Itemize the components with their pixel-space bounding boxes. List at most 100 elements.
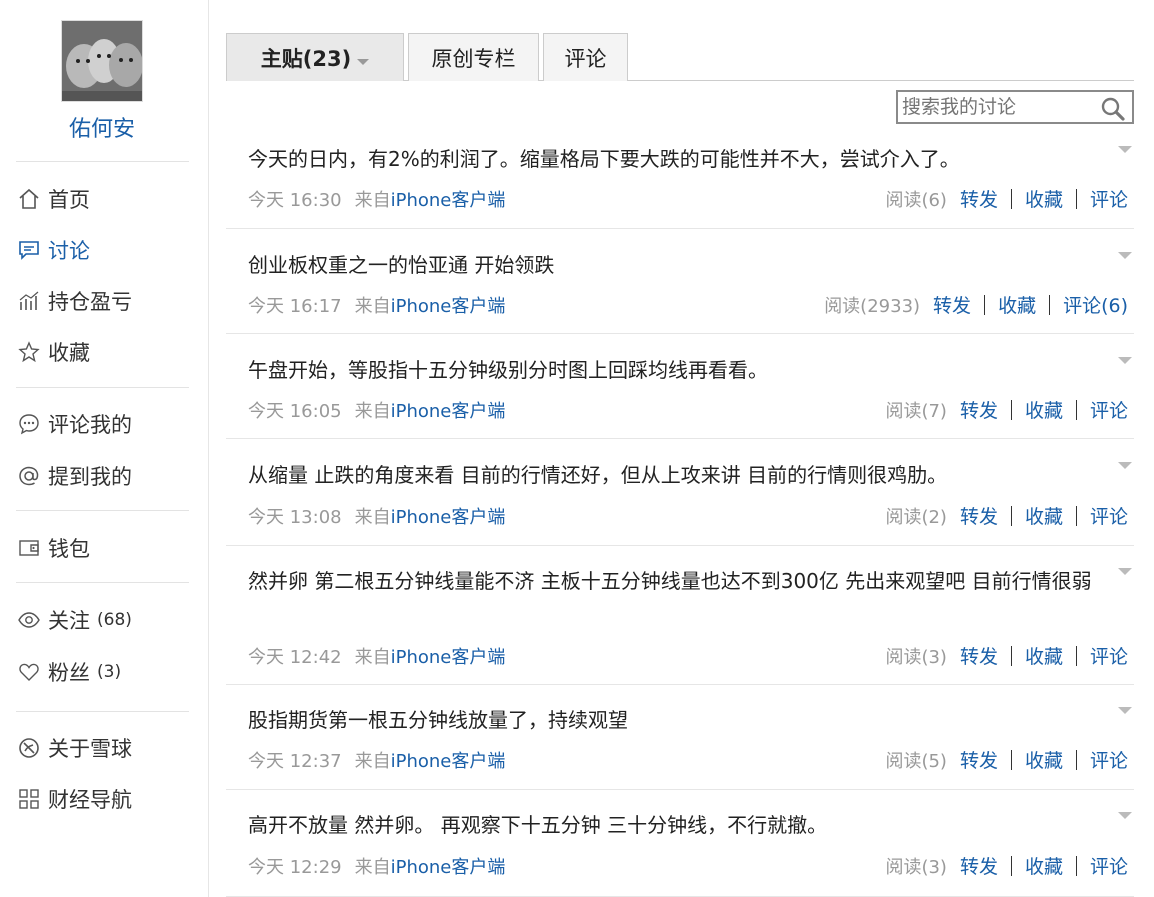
post-time[interactable]: 今天 12:29 (248, 857, 342, 878)
username[interactable]: 佑何安 (0, 111, 204, 143)
comment-button[interactable]: 评论 (1090, 746, 1128, 773)
read-count: 阅读(2) (885, 506, 947, 528)
favorite-button[interactable]: 收藏 (1025, 185, 1063, 212)
favorite-button[interactable]: 收藏 (1025, 746, 1063, 773)
nav-discussion[interactable]: 讨论 (16, 233, 90, 267)
separator (1010, 645, 1012, 666)
post-source[interactable]: iPhone客户端 (391, 751, 506, 772)
post-text[interactable]: 午盘开始，等股指十五分钟级别分时图上回踩均线再看看。 (248, 354, 1108, 386)
post-source[interactable]: iPhone客户端 (391, 401, 506, 422)
nav-finance-nav[interactable]: 财经导航 (16, 782, 132, 816)
comment-button[interactable]: 评论 (1090, 185, 1128, 212)
avatar[interactable] (61, 20, 143, 102)
post-meta: 今天 13:08 来自iPhone客户端 (248, 503, 505, 529)
post-meta: 今天 16:17 来自iPhone客户端 (248, 292, 505, 318)
post-text[interactable]: 从缩量 止跌的角度来看 目前的行情还好，但从上攻来讲 目前的行情则很鸡肋。 (248, 459, 1108, 491)
tab-comments[interactable]: 评论 (543, 33, 628, 81)
nav-label: 提到我的 (48, 465, 132, 489)
nav-home[interactable]: 首页 (16, 182, 90, 216)
post-time[interactable]: 今天 13:08 (248, 507, 342, 528)
forward-button[interactable]: 转发 (960, 642, 998, 669)
tab-bar: 主贴(23) 原创专栏 评论 (226, 33, 1134, 81)
nav-comments-to-me[interactable]: 评论我的 (16, 407, 132, 441)
post-source[interactable]: iPhone客户端 (391, 507, 506, 528)
separator (1075, 645, 1077, 666)
favorite-button[interactable]: 收藏 (998, 291, 1036, 318)
nav-wallet[interactable]: 钱包 (16, 531, 90, 565)
nav-label: 粉丝 (48, 661, 90, 685)
post-menu-chevron-icon[interactable] (1118, 146, 1132, 153)
post-source[interactable]: iPhone客户端 (391, 857, 506, 878)
post-menu-chevron-icon[interactable] (1118, 707, 1132, 714)
favorite-button[interactable]: 收藏 (1025, 852, 1063, 879)
read-count: 阅读(3) (885, 856, 947, 878)
comment-button[interactable]: 评论 (1090, 852, 1128, 879)
read-count: 阅读(2933) (824, 295, 921, 317)
separator (1010, 855, 1012, 876)
comment-button[interactable]: 评论 (1090, 396, 1128, 423)
comment-button[interactable]: 评论(6) (1063, 291, 1128, 318)
separator (1010, 505, 1012, 526)
nav-label: 钱包 (48, 537, 90, 561)
post-source[interactable]: iPhone客户端 (391, 190, 506, 211)
search-icon[interactable] (1100, 96, 1126, 122)
read-count: 阅读(3) (885, 646, 947, 668)
followers-count: (3) (97, 662, 122, 682)
divider (16, 510, 189, 511)
favorite-button[interactable]: 收藏 (1025, 502, 1063, 529)
favorite-button[interactable]: 收藏 (1025, 396, 1063, 423)
tab-main-posts[interactable]: 主贴(23) (226, 33, 404, 81)
post-menu-chevron-icon[interactable] (1118, 357, 1132, 364)
holdings-chart-icon (16, 288, 42, 314)
forward-button[interactable]: 转发 (933, 291, 971, 318)
post-from: 来自 (354, 296, 391, 317)
forward-button[interactable]: 转发 (960, 502, 998, 529)
post-menu-chevron-icon[interactable] (1118, 812, 1132, 819)
nav-holdings[interactable]: 持仓盈亏 (16, 284, 132, 318)
forward-button[interactable]: 转发 (960, 746, 998, 773)
post-from: 来自 (354, 190, 391, 211)
forward-button[interactable]: 转发 (960, 185, 998, 212)
tab-original-column[interactable]: 原创专栏 (408, 33, 539, 81)
search-input[interactable] (898, 92, 1094, 122)
nav-following[interactable]: 关注 (68) (16, 603, 132, 637)
post-text[interactable]: 高开不放量 然并卵。 再观察下十五分钟 三十分钟线，不行就撤。 (248, 809, 1108, 841)
read-count: 阅读(7) (885, 400, 947, 422)
post-menu-chevron-icon[interactable] (1118, 462, 1132, 469)
post-source[interactable]: iPhone客户端 (391, 647, 506, 668)
divider (16, 582, 189, 583)
separator (984, 294, 986, 315)
post-menu-chevron-icon[interactable] (1118, 252, 1132, 259)
nav-label: 持仓盈亏 (48, 290, 132, 314)
post-time[interactable]: 今天 16:30 (248, 190, 342, 211)
post-text[interactable]: 然并卵 第二根五分钟线量能不济 主板十五分钟线量也达不到300亿 先出来观望吧 … (248, 565, 1108, 597)
post-from: 来自 (354, 751, 391, 772)
post-text[interactable]: 股指期货第一根五分钟线放量了，持续观望 (248, 704, 1108, 736)
nav-followers[interactable]: 粉丝 (3) (16, 655, 121, 689)
tab-label: 评论 (564, 46, 607, 71)
separator (1049, 294, 1051, 315)
grid-icon (16, 786, 42, 812)
post-text[interactable]: 创业板权重之一的怡亚通 开始领跌 (248, 249, 1108, 281)
read-count: 阅读(6) (885, 189, 947, 211)
comment-bubble-icon (16, 411, 42, 437)
comment-button[interactable]: 评论 (1090, 642, 1128, 669)
forward-button[interactable]: 转发 (960, 852, 998, 879)
post-text[interactable]: 今天的日内，有2%的利润了。缩量格局下要大跌的可能性并不大，尝试介入了。 (248, 143, 1108, 175)
post-source[interactable]: iPhone客户端 (391, 296, 506, 317)
nav-mentions[interactable]: 提到我的 (16, 459, 132, 493)
snowball-logo-icon (16, 735, 42, 761)
post-time[interactable]: 今天 12:42 (248, 647, 342, 668)
wallet-icon (16, 535, 42, 561)
post-from: 来自 (354, 507, 391, 528)
post-time[interactable]: 今天 16:17 (248, 296, 342, 317)
favorite-button[interactable]: 收藏 (1025, 642, 1063, 669)
post-actions: 阅读(6) 转发 收藏 评论 (885, 185, 1128, 212)
comment-button[interactable]: 评论 (1090, 502, 1128, 529)
nav-favorites[interactable]: 收藏 (16, 335, 90, 369)
post-menu-chevron-icon[interactable] (1118, 568, 1132, 575)
nav-about[interactable]: 关于雪球 (16, 731, 132, 765)
post-time[interactable]: 今天 16:05 (248, 401, 342, 422)
forward-button[interactable]: 转发 (960, 396, 998, 423)
post-time[interactable]: 今天 12:37 (248, 751, 342, 772)
